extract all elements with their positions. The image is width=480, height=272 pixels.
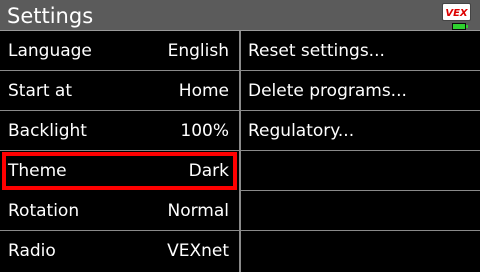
action-label: Regulatory...	[248, 120, 355, 141]
vex-logo-text: VEX	[445, 8, 469, 18]
setting-value: Normal	[167, 200, 229, 221]
setting-label: Radio	[8, 241, 56, 261]
setting-value: 100%	[180, 120, 229, 141]
setting-value: Home	[178, 80, 229, 101]
battery-icon	[452, 23, 468, 30]
action-label: Reset settings...	[248, 40, 385, 61]
setting-value: VEXnet	[167, 241, 229, 261]
setting-label: Theme	[8, 160, 67, 181]
setting-label: Start at	[8, 80, 73, 101]
settings-list: Language English Start at Home Backlight…	[0, 31, 239, 272]
delete-programs-button[interactable]: Delete programs...	[241, 71, 480, 111]
reset-settings-button[interactable]: Reset settings...	[241, 31, 480, 71]
setting-row-theme[interactable]: Theme Dark	[2, 152, 237, 190]
setting-label: Backlight	[8, 120, 87, 141]
setting-row-radio[interactable]: Radio VEXnet	[0, 231, 239, 271]
empty-cell	[241, 191, 480, 231]
settings-grid: Language English Start at Home Backlight…	[0, 31, 480, 272]
empty-cell	[241, 151, 480, 191]
action-label: Delete programs...	[248, 80, 407, 101]
regulatory-button[interactable]: Regulatory...	[241, 111, 480, 151]
setting-label: Rotation	[8, 200, 80, 221]
title-bar: Settings VEX	[0, 0, 480, 31]
empty-cell	[241, 231, 480, 271]
actions-list: Reset settings... Delete programs... Reg…	[241, 31, 480, 272]
setting-label: Language	[8, 40, 92, 61]
vex-logo-icon: VEX	[442, 3, 471, 21]
setting-row-language[interactable]: Language English	[0, 31, 239, 71]
setting-value: English	[167, 40, 229, 61]
setting-value: Dark	[188, 160, 229, 181]
page-title: Settings	[7, 4, 94, 28]
setting-row-backlight[interactable]: Backlight 100%	[0, 111, 239, 151]
setting-row-start-at[interactable]: Start at Home	[0, 71, 239, 111]
setting-row-rotation[interactable]: Rotation Normal	[0, 191, 239, 231]
